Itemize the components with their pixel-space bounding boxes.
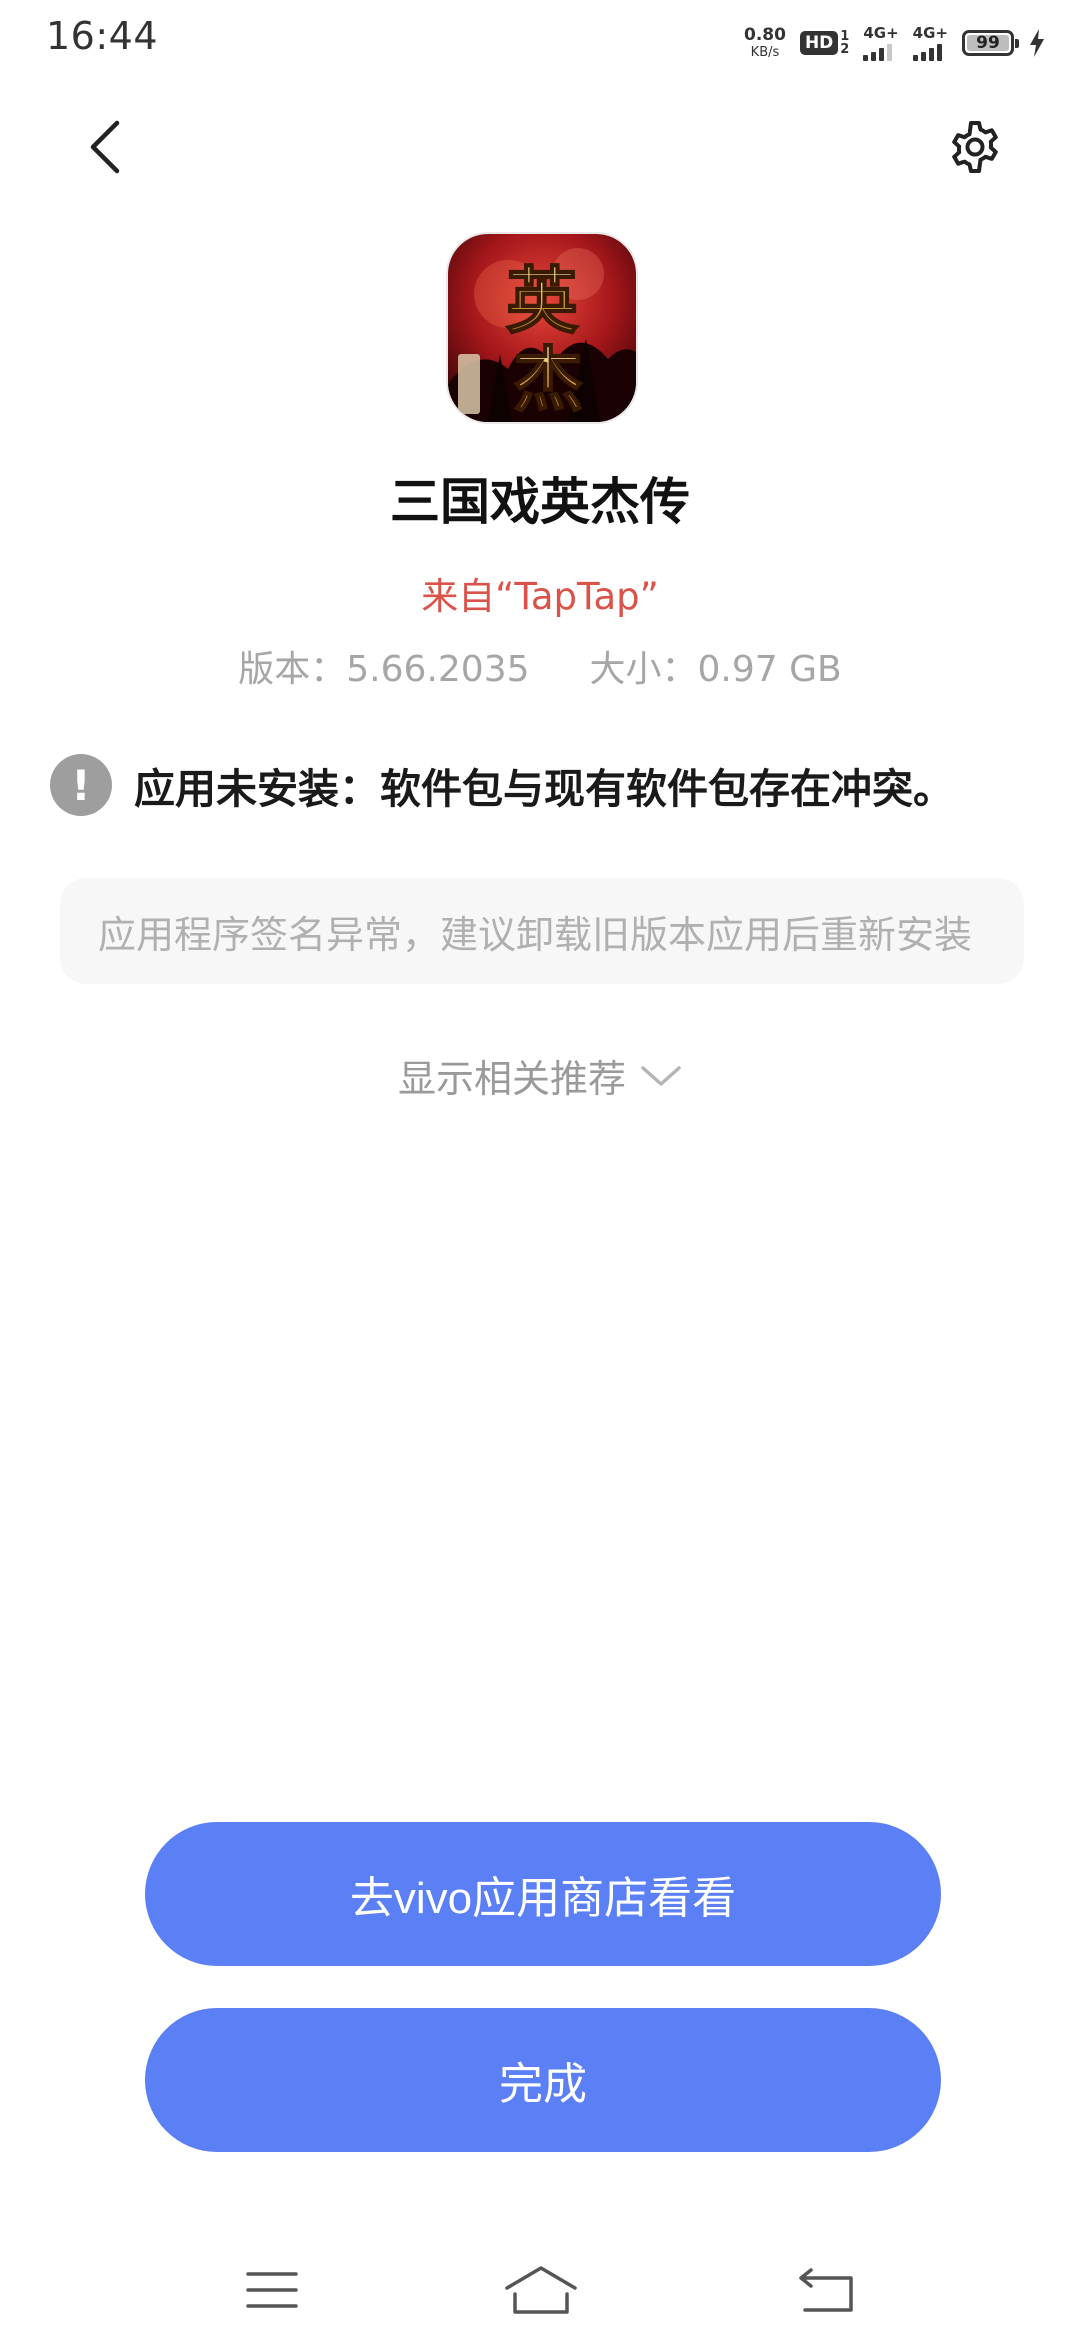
battery-icon: 99 <box>962 30 1019 56</box>
home-icon <box>505 2266 577 2314</box>
home-button[interactable] <box>486 2240 596 2340</box>
signal-1-icon: 4G+ <box>863 23 899 61</box>
hd-label: HD <box>799 31 839 55</box>
sim-numbers: 1 2 <box>840 30 849 56</box>
back-button[interactable] <box>70 112 140 182</box>
menu-button[interactable] <box>217 2240 327 2340</box>
install-result-screen: 16:44 0.80 KB/s HD 1 2 4G+ 4G+ 99 英 杰 三国… <box>0 0 1080 2340</box>
app-icon: 英 杰 <box>448 234 636 422</box>
chevron-down-icon <box>641 1065 681 1086</box>
warning-icon: ! <box>50 754 112 816</box>
signal-1-bars <box>863 43 893 61</box>
battery-level: 99 <box>976 33 1000 53</box>
signal-2-icon: 4G+ <box>912 23 948 61</box>
signal-2-label: 4G+ <box>912 23 948 42</box>
app-meta: 版本：5.66.2035 大小：0.97 GB <box>0 640 1080 692</box>
error-detail-box[interactable]: 应用程序签名异常，建议卸载旧版本应用后重新安装 <box>60 878 1024 984</box>
network-speed: 0.80 KB/s <box>744 25 786 60</box>
hd-voice-icon: HD 1 2 <box>799 30 849 56</box>
svg-text:英: 英 <box>506 258 579 343</box>
status-time: 16:44 <box>46 14 159 58</box>
back-arrow-icon <box>90 120 120 174</box>
system-navigation-bar <box>0 2240 1080 2340</box>
settings-button[interactable] <box>940 112 1010 182</box>
error-message: 应用未安装：软件包与现有软件包存在冲突。 <box>134 765 954 813</box>
network-speed-unit: KB/s <box>750 45 780 60</box>
menu-icon <box>246 2272 298 2308</box>
sim-bottom: 2 <box>840 42 850 57</box>
install-error: ! 应用未安装：软件包与现有软件包存在冲突。 <box>50 754 1050 816</box>
open-vivo-store-button[interactable]: 去vivo应用商店看看 <box>145 1822 941 1966</box>
return-icon <box>799 2268 853 2312</box>
status-icons: 0.80 KB/s HD 1 2 4G+ 4G+ 99 <box>744 20 1046 66</box>
status-bar: 16:44 0.80 KB/s HD 1 2 4G+ 4G+ 99 <box>0 0 1080 84</box>
network-speed-value: 0.80 <box>744 25 786 45</box>
app-source: 来自“TapTap” <box>421 575 659 618</box>
app-name: 三国戏英杰传 <box>390 473 690 531</box>
show-recommendations-toggle[interactable]: 显示相关推荐 <box>0 1048 1080 1103</box>
gear-icon <box>952 121 998 173</box>
recommend-label: 显示相关推荐 <box>397 1057 626 1101</box>
signal-2-bars <box>912 43 942 61</box>
done-button[interactable]: 完成 <box>145 2008 941 2152</box>
signal-1-label: 4G+ <box>863 23 899 42</box>
svg-text:杰: 杰 <box>513 338 583 421</box>
app-version: 版本：5.66.2035 <box>238 649 530 690</box>
app-artwork: 英 杰 <box>448 234 636 422</box>
back-nav-button[interactable] <box>772 2240 882 2340</box>
app-size: 大小：0.97 GB <box>589 649 842 690</box>
charging-icon <box>1030 29 1044 57</box>
error-detail: 应用程序签名异常，建议卸载旧版本应用后重新安装 <box>98 912 973 957</box>
